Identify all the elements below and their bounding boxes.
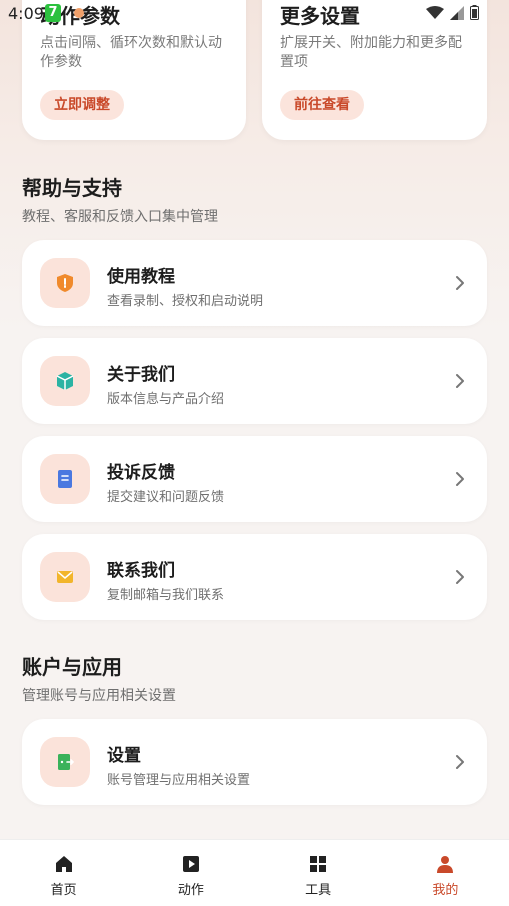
icon-tile bbox=[40, 258, 90, 308]
shield-icon bbox=[57, 274, 73, 292]
battery-icon bbox=[470, 5, 479, 20]
play-icon bbox=[182, 856, 199, 872]
nav-item-actions[interactable]: 动作 bbox=[127, 840, 254, 906]
icon-tile bbox=[40, 356, 90, 406]
adjust-now-button[interactable]: 立即调整 bbox=[40, 90, 124, 120]
door-icon bbox=[58, 754, 75, 770]
card-desc: 点击间隔、循环次数和默认动作参数 bbox=[40, 35, 222, 70]
list-item-subtitle: 版本信息与产品介绍 bbox=[107, 392, 225, 407]
nav-item-tools[interactable]: 工具 bbox=[255, 840, 382, 906]
home-icon bbox=[55, 856, 72, 872]
bottom-nav: 首页 动作 工具 我的 bbox=[0, 839, 509, 906]
nav-label: 动作 bbox=[177, 883, 204, 898]
account-section-subtitle: 管理账号与应用相关设置 bbox=[22, 688, 176, 704]
chevron-right-icon bbox=[456, 755, 464, 769]
help-section-title: 帮助与支持 bbox=[22, 176, 122, 200]
list-item-subtitle: 账号管理与应用相关设置 bbox=[107, 773, 251, 788]
chevron-right-icon bbox=[456, 374, 464, 388]
list-item-title: 投诉反馈 bbox=[107, 463, 175, 483]
icon-tile bbox=[40, 737, 90, 787]
icon-tile bbox=[40, 552, 90, 602]
icon-tile bbox=[40, 454, 90, 504]
list-item-settings[interactable]: 设置 账号管理与应用相关设置 bbox=[22, 719, 487, 805]
cube-icon bbox=[56, 372, 74, 390]
list-item-subtitle: 复制邮箱与我们联系 bbox=[107, 588, 225, 603]
chevron-right-icon bbox=[456, 276, 464, 290]
chevron-right-icon bbox=[456, 570, 464, 584]
nav-label: 首页 bbox=[50, 883, 77, 898]
grid-icon bbox=[310, 856, 327, 872]
list-item-feedback[interactable]: 投诉反馈 提交建议和问题反馈 bbox=[22, 436, 487, 522]
card-desc: 扩展开关、附加能力和更多配置项 bbox=[280, 35, 462, 70]
nav-item-mine[interactable]: 我的 bbox=[382, 840, 509, 906]
list-item-subtitle: 提交建议和问题反馈 bbox=[107, 490, 225, 505]
list-item-subtitle: 查看录制、授权和启动说明 bbox=[107, 294, 264, 309]
document-icon bbox=[58, 470, 72, 488]
list-item-title: 使用教程 bbox=[107, 267, 175, 287]
status-icons bbox=[426, 5, 479, 20]
list-item-contact[interactable]: 联系我们 复制邮箱与我们联系 bbox=[22, 534, 487, 620]
mail-icon bbox=[57, 571, 73, 583]
list-item-title: 关于我们 bbox=[107, 365, 175, 385]
account-section-title: 账户与应用 bbox=[22, 655, 122, 679]
person-icon bbox=[437, 856, 454, 873]
wifi-icon bbox=[426, 5, 444, 19]
status-bar: 4:09 7 bbox=[0, 0, 509, 26]
list-item-title: 设置 bbox=[107, 746, 141, 766]
chevron-right-icon bbox=[456, 472, 464, 486]
view-more-button[interactable]: 前往查看 bbox=[280, 90, 364, 120]
list-item-title: 联系我们 bbox=[107, 561, 175, 581]
nav-label: 工具 bbox=[305, 883, 332, 898]
list-item-tutorial[interactable]: 使用教程 查看录制、授权和启动说明 bbox=[22, 240, 487, 326]
notification-dot-icon bbox=[74, 8, 84, 18]
help-section-subtitle: 教程、客服和反馈入口集中管理 bbox=[22, 209, 218, 225]
signal-icon bbox=[450, 5, 464, 20]
status-time: 4:09 bbox=[8, 4, 44, 23]
nav-label: 我的 bbox=[432, 883, 459, 898]
list-item-about[interactable]: 关于我们 版本信息与产品介绍 bbox=[22, 338, 487, 424]
app-notification-icon: 7 bbox=[45, 4, 61, 22]
nav-item-home[interactable]: 首页 bbox=[0, 840, 127, 906]
